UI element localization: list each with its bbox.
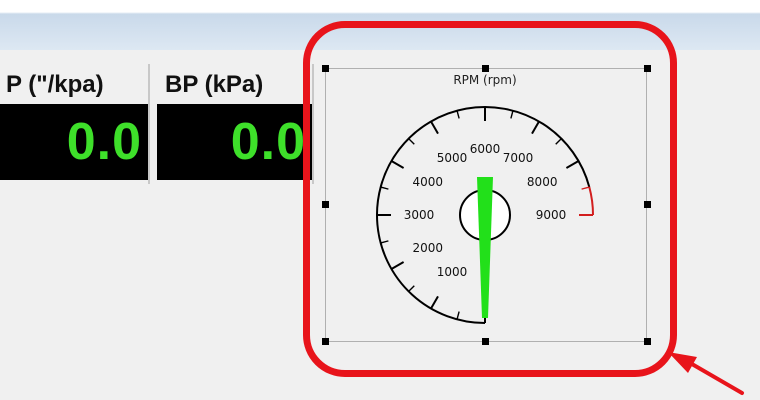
annotation-arrow-shaft [683, 358, 744, 395]
annotation-arrow-head [668, 352, 697, 373]
annotation-arrow [668, 352, 744, 395]
